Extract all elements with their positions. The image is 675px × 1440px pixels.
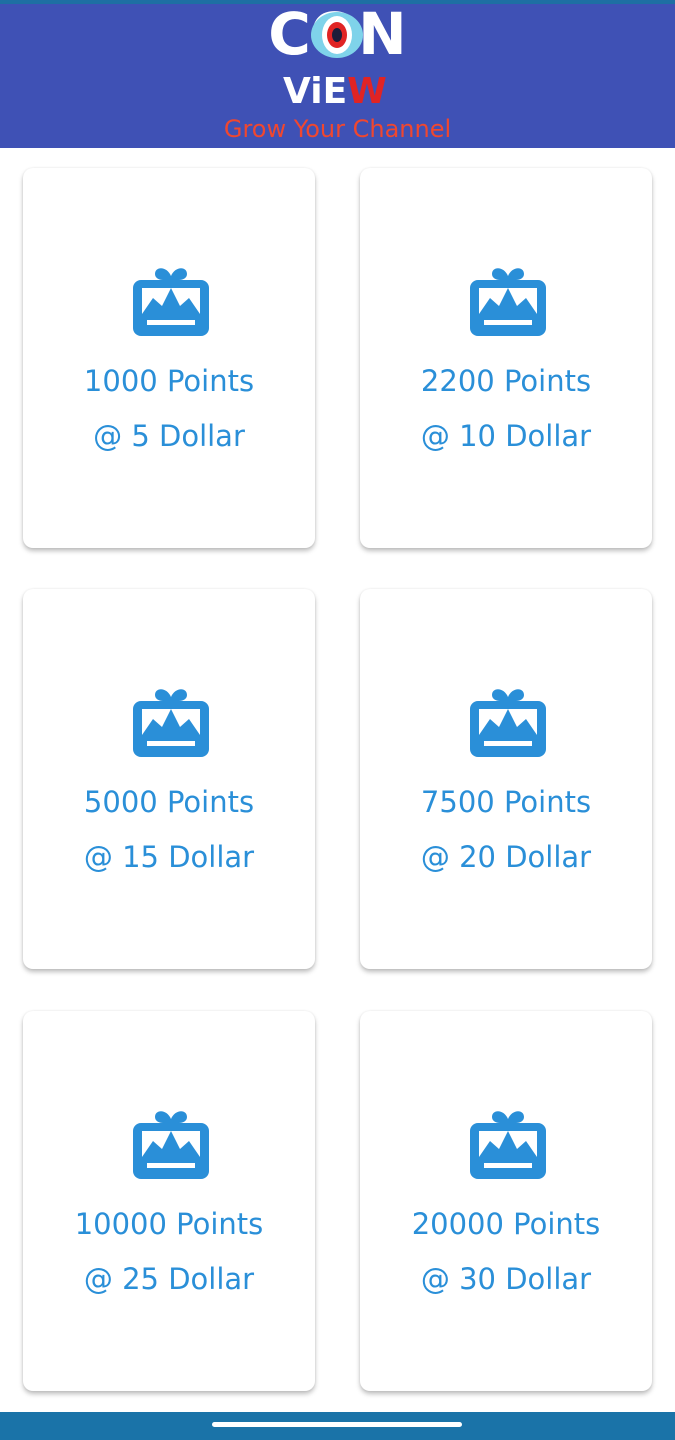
package-card-7500[interactable]: 7500 Points @ 20 Dollar [360,589,652,969]
gift-card-icon [133,268,209,336]
gift-card-icon [470,689,546,757]
package-card-1000[interactable]: 1000 Points @ 5 Dollar [23,168,315,548]
logo-view-text: ViEW [283,70,393,114]
logo-view-w: W [347,71,387,112]
package-card-10000[interactable]: 10000 Points @ 25 Dollar [23,1011,315,1391]
app-header: CON ViEW Grow Your Channel [0,2,675,148]
app-logo: CON ViEW Grow Your Channel [0,2,675,148]
package-card-2200[interactable]: 2200 Points @ 10 Dollar [360,168,652,548]
package-points: 1000 Points [83,364,255,398]
gift-card-icon [133,1111,209,1179]
package-points: 10000 Points [74,1207,264,1241]
logo-tagline: Grow Your Channel [223,115,452,143]
package-points: 7500 Points [420,785,592,819]
logo-view-prefix: ViE [283,71,348,112]
package-price: @ 10 Dollar [420,419,592,453]
package-points: 20000 Points [411,1207,601,1241]
package-points: 2200 Points [420,364,592,398]
package-card-20000[interactable]: 20000 Points @ 30 Dollar [360,1011,652,1391]
gift-card-icon [133,689,209,757]
package-price: @ 15 Dollar [83,840,255,874]
eye-icon [311,12,363,58]
package-price: @ 25 Dollar [83,1262,255,1296]
system-nav-bar [0,1412,675,1440]
package-price: @ 20 Dollar [420,840,592,874]
package-price: @ 5 Dollar [93,419,245,453]
gift-card-icon [470,268,546,336]
package-price: @ 30 Dollar [420,1262,592,1296]
gift-card-icon [470,1111,546,1179]
package-card-5000[interactable]: 5000 Points @ 15 Dollar [23,589,315,969]
package-points: 5000 Points [83,785,255,819]
home-indicator[interactable] [212,1422,462,1427]
